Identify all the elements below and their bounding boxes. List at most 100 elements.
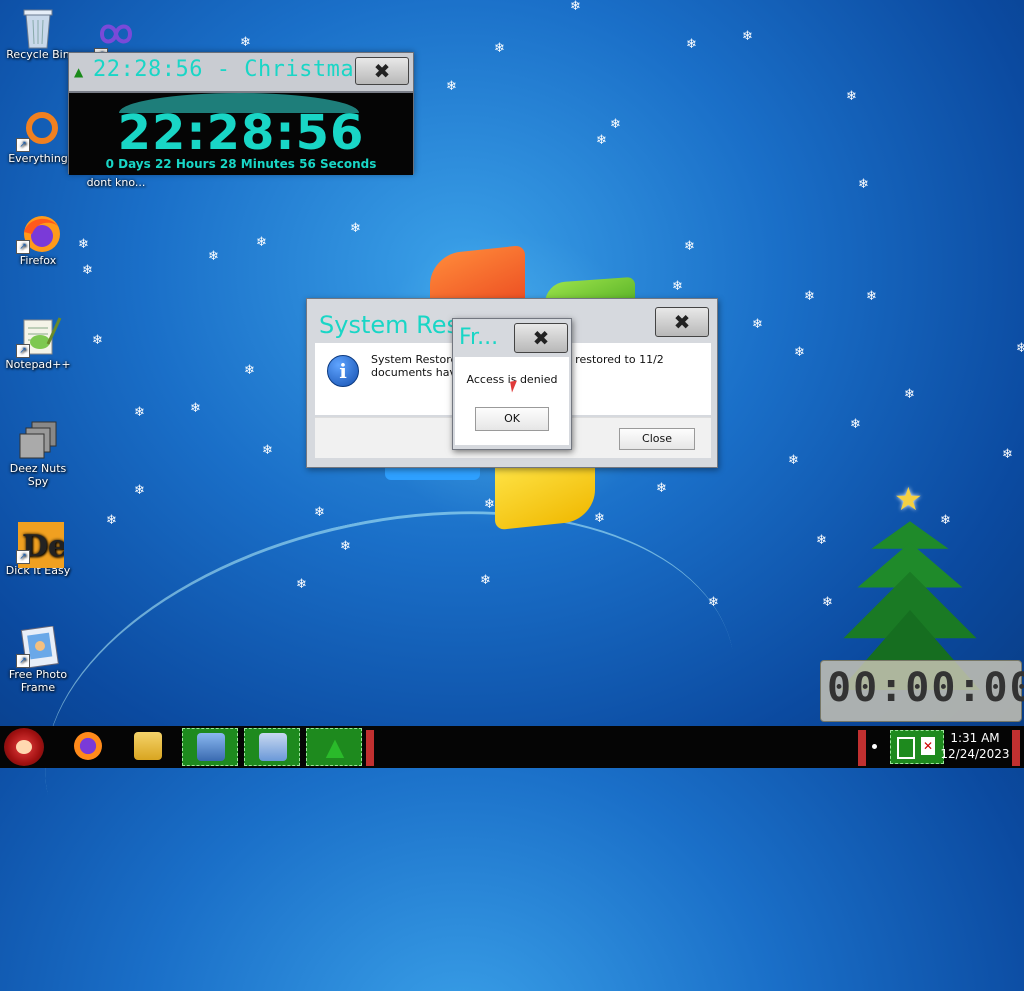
taskbar-clock[interactable]: 1:31 AM 12/24/2023 — [940, 730, 1010, 762]
snowflake: ❄ — [244, 363, 255, 378]
shortcut-arrow-icon: ↗ — [16, 550, 30, 564]
desktop-icon-label: Deez Nuts Spy — [9, 462, 67, 488]
taskbar-file-explorer[interactable] — [120, 728, 176, 766]
desktop-icon-everything[interactable]: ↗ Everything — [0, 110, 76, 165]
snowflake: ❄ — [858, 177, 869, 192]
snowflake: ❄ — [240, 35, 251, 50]
snowflake: ❄ — [262, 443, 273, 458]
shortcut-arrow-icon: ↗ — [16, 344, 30, 358]
snowflake: ❄ — [350, 221, 361, 236]
countdown-time: 22:28:56 — [117, 105, 365, 161]
wallpaper-swirl — [5, 451, 775, 991]
show-desktop-button[interactable] — [1012, 730, 1020, 766]
taskbar-photo-frame[interactable] — [244, 728, 300, 766]
shortcut-arrow-icon: ↗ — [16, 654, 30, 668]
snowflake: ❄ — [850, 417, 861, 432]
snowflake: ❄ — [1002, 447, 1013, 462]
snowflake: ❄ — [256, 235, 267, 250]
snowflake: ❄ — [82, 263, 93, 278]
file-explorer-icon — [134, 732, 162, 760]
desktop-icon-dont-know-label: dont kno... — [80, 176, 152, 189]
snowflake: ❄ — [446, 79, 457, 94]
desktop-icon-firefox[interactable]: ↗ Firefox — [0, 212, 76, 267]
taskbar-firefox[interactable] — [60, 728, 116, 766]
snowflake: ❄ — [494, 41, 505, 56]
snowflake: ❄ — [656, 481, 667, 496]
dialog-body: Access is denied OK — [455, 357, 569, 445]
ok-button[interactable]: OK — [475, 407, 549, 431]
info-icon: i — [327, 355, 359, 387]
snowflake: ❄ — [672, 279, 683, 294]
start-button[interactable] — [4, 728, 44, 766]
snowflake: ❄ — [846, 89, 857, 104]
snowflake: ❄ — [866, 289, 877, 304]
desktop-icon-free-photo-frame[interactable]: ↗ Free Photo Frame — [0, 625, 76, 694]
dick-it-easy-icon: De ↗ — [16, 522, 67, 568]
dialog-title: Fr... — [459, 325, 499, 350]
deez-nuts-spy-icon — [18, 420, 58, 460]
snowflake: ❄ — [610, 117, 621, 132]
desktop-icon-notepad-plus-plus[interactable]: ↗ Notepad++ — [0, 316, 76, 371]
action-center-warning-icon[interactable]: ✕ — [921, 737, 935, 755]
snowflake: ❄ — [794, 345, 805, 360]
taskbar-christmas-countdown[interactable]: ▲ — [306, 728, 362, 766]
christmas-tree-icon: ▲ — [325, 733, 345, 761]
notepad-plus-plus-icon: ↗ — [16, 316, 62, 358]
close-dialog-button[interactable]: Close — [619, 428, 695, 450]
snowflake: ❄ — [1016, 341, 1024, 356]
snowflake: ❄ — [752, 317, 763, 332]
clock-date: 12/24/2023 — [940, 747, 1010, 761]
shortcut-arrow-icon: ↗ — [16, 240, 30, 254]
snowflake: ❄ — [822, 595, 833, 610]
clock-time: 1:31 AM — [950, 731, 1000, 745]
snowflake: ❄ — [106, 513, 117, 528]
tree-clock-digits: 00:00:00 — [827, 665, 1024, 711]
desktop-icon-label: Everything — [8, 152, 68, 165]
desktop-icon-deez-nuts-spy[interactable]: Deez Nuts Spy — [0, 420, 76, 488]
snowflake: ❄ — [816, 533, 827, 548]
snowflake: ❄ — [788, 453, 799, 468]
window-title: 22:28:56 - Christma... — [93, 57, 396, 82]
desktop-icon-label: dont kno... — [86, 176, 146, 189]
system-restore-icon — [197, 733, 225, 761]
snowflake: ❄ — [208, 249, 219, 264]
show-hidden-icons-button[interactable] — [858, 730, 866, 766]
photo-frame-icon — [259, 733, 287, 761]
close-button[interactable]: ✖ — [655, 307, 709, 337]
taskbar-system-restore[interactable] — [182, 728, 238, 766]
firefox-icon — [74, 732, 102, 760]
snowflake: ❄ — [804, 289, 815, 304]
free-photo-frame-icon: ↗ — [16, 625, 59, 669]
desktop-icon-recycle-bin[interactable]: Recycle Bin — [0, 6, 76, 61]
taskbar-divider — [366, 730, 374, 766]
network-icon[interactable] — [897, 737, 915, 759]
snowflake: ❄ — [596, 133, 607, 148]
snowflake: ❄ — [92, 333, 103, 348]
snowflake: ❄ — [134, 405, 145, 420]
snowflake: ❄ — [594, 511, 605, 526]
tree-icon: ▲ — [74, 65, 84, 79]
recycle-bin-icon — [18, 6, 58, 49]
desktop-icon-label: Free Photo Frame — [8, 668, 68, 694]
desktop-icon-dick-it-easy[interactable]: De ↗ Dick It Easy — [0, 522, 76, 577]
christmas-countdown-window[interactable]: ▲ 22:28:56 - Christma... ✖ 22:28:56 0 Da… — [68, 52, 414, 175]
snowflake: ❄ — [190, 401, 201, 416]
close-button[interactable]: ✖ — [355, 57, 409, 85]
tray-dot-icon — [872, 744, 877, 749]
close-button[interactable]: ✖ — [514, 323, 568, 353]
snowflake: ❄ — [684, 239, 695, 254]
star-icon: ★ — [894, 480, 923, 518]
system-tray[interactable]: ✕ — [890, 730, 944, 764]
taskbar: ▲ ✕ 1:31 AM 12/24/2023 — [0, 726, 1024, 768]
santa-start-icon — [16, 740, 32, 754]
tree-clock-gadget[interactable]: 00:00:00 — [820, 660, 1024, 722]
snowflake: ❄ — [134, 483, 145, 498]
countdown-remaining-text: 0 Days 22 Hours 28 Minutes 56 Seconds — [105, 157, 377, 171]
snowflake: ❄ — [686, 37, 697, 52]
firefox-icon: ↗ — [16, 212, 60, 254]
snowflake: ❄ — [742, 29, 753, 44]
everything-icon: ↗ — [16, 110, 58, 152]
dialog-title: System Res — [319, 311, 459, 339]
snowflake: ❄ — [314, 505, 325, 520]
shortcut-arrow-icon: ↗ — [16, 138, 30, 152]
